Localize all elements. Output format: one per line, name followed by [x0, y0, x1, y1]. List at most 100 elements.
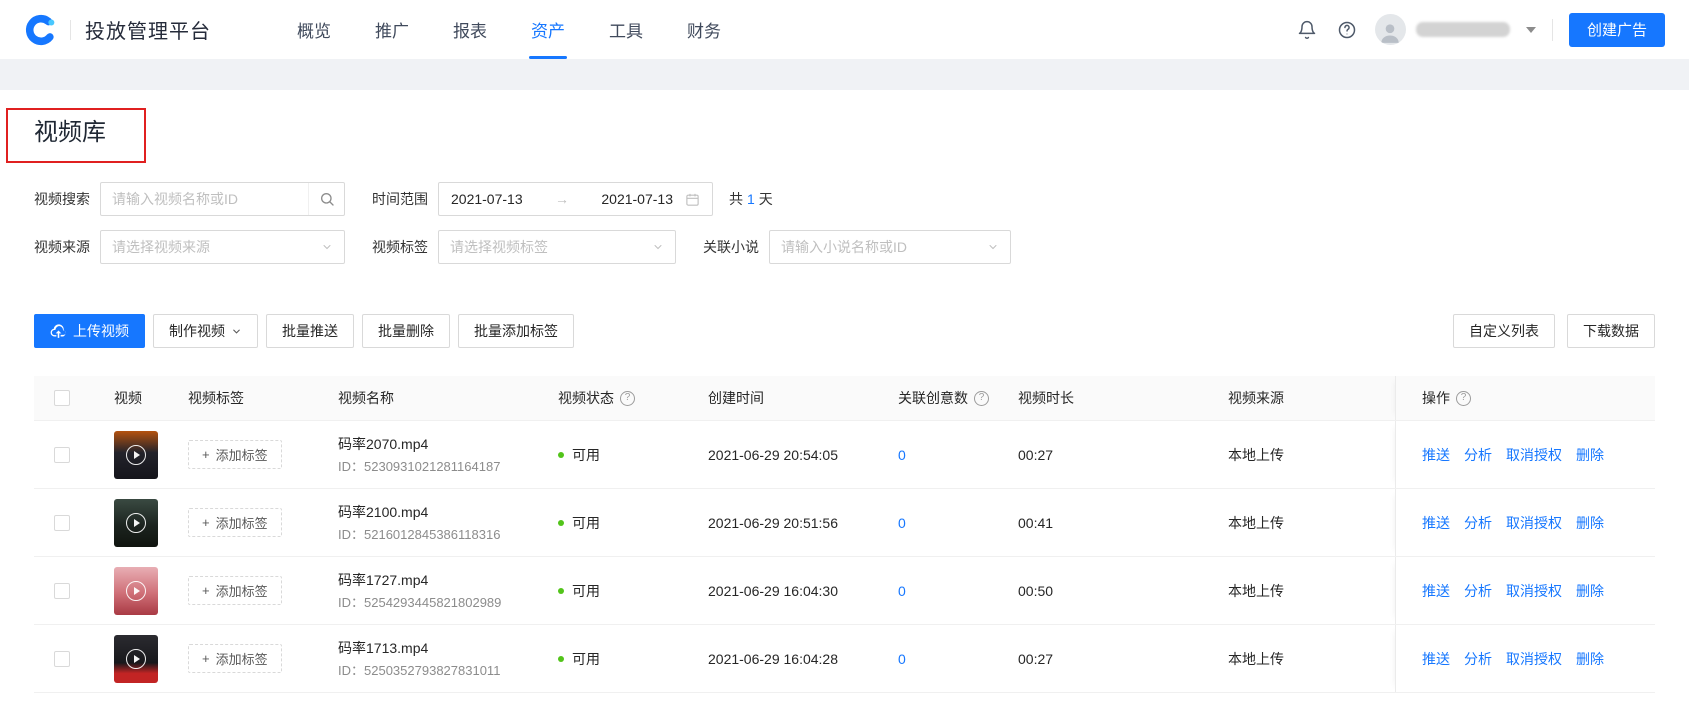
table-header-row: 视频 视频标签 视频名称 视频状态 ? 创建时间 关联创意数 ? 视频时长 视频… — [34, 376, 1655, 421]
created-time: 2021-06-29 16:04:30 — [708, 582, 838, 599]
video-thumbnail[interactable] — [114, 430, 158, 479]
header-divider — [1551, 18, 1553, 41]
notification-bell-icon[interactable] — [1295, 18, 1319, 42]
row-checkbox[interactable] — [54, 514, 70, 531]
row-checkbox[interactable] — [54, 446, 70, 463]
related-novel-label: 关联小说 — [703, 239, 759, 255]
creatives-count-link[interactable]: 0 — [898, 583, 906, 599]
video-name: 码率1727.mp4 — [338, 571, 429, 588]
search-button[interactable] — [308, 183, 344, 215]
analyze-link[interactable]: 分析 — [1464, 445, 1492, 465]
revoke-auth-link[interactable]: 取消授权 — [1506, 445, 1562, 465]
revoke-auth-link[interactable]: 取消授权 — [1506, 513, 1562, 533]
create-ad-button[interactable]: 创建广告 — [1568, 12, 1665, 47]
account-dropdown-caret-icon[interactable] — [1525, 26, 1536, 33]
creatives-count-link[interactable]: 0 — [898, 447, 906, 463]
row-checkbox[interactable] — [54, 650, 70, 667]
status-dot-icon — [558, 519, 564, 526]
video-name: 码率2100.mp4 — [338, 503, 429, 520]
video-duration: 00:50 — [1018, 582, 1054, 599]
add-tag-button[interactable]: + 添加标签 — [188, 576, 282, 605]
batch-add-tag-button[interactable]: 批量添加标签 — [458, 314, 574, 348]
delete-link[interactable]: 删除 — [1576, 649, 1604, 669]
video-name: 码率1713.mp4 — [338, 639, 429, 656]
video-source-label: 视频来源 — [34, 239, 90, 255]
video-source: 本地上传 — [1228, 514, 1284, 531]
col-header-created-time: 创建时间 — [708, 390, 764, 406]
delete-link[interactable]: 删除 — [1576, 445, 1604, 465]
push-link[interactable]: 推送 — [1422, 649, 1450, 669]
created-time: 2021-06-29 20:54:05 — [708, 446, 838, 463]
nav-item-5[interactable]: 财务 — [665, 0, 743, 59]
push-link[interactable]: 推送 — [1422, 581, 1450, 601]
date-start[interactable]: 2021-07-13 — [451, 191, 523, 207]
plus-icon: + — [202, 447, 210, 462]
nav-item-3[interactable]: 资产 — [509, 0, 587, 59]
video-search-input[interactable] — [101, 191, 308, 207]
video-tag-label: 视频标签 — [372, 239, 428, 255]
video-source-select[interactable]: 请选择视频来源 — [100, 230, 345, 264]
creatives-count-link[interactable]: 0 — [898, 651, 906, 667]
chevron-down-icon — [321, 241, 333, 253]
play-icon — [126, 648, 146, 669]
push-link[interactable]: 推送 — [1422, 513, 1450, 533]
date-range-picker[interactable]: 2021-07-13 → 2021-07-13 — [438, 182, 713, 216]
brand-divider — [70, 19, 71, 40]
batch-delete-button[interactable]: 批量删除 — [362, 314, 450, 348]
video-thumbnail[interactable] — [114, 498, 158, 547]
revoke-auth-link[interactable]: 取消授权 — [1506, 581, 1562, 601]
date-end[interactable]: 2021-07-13 — [601, 191, 673, 207]
brand-title: 投放管理平台 — [85, 21, 211, 43]
select-all-checkbox[interactable] — [54, 390, 70, 406]
video-tag-select[interactable]: 请选择视频标签 — [438, 230, 676, 264]
table-body: + 添加标签 码率2070.mp4 ID：5230931021281164187… — [34, 421, 1655, 693]
add-tag-label: 添加标签 — [215, 584, 268, 599]
nav-item-0[interactable]: 概览 — [275, 0, 353, 59]
nav-item-4[interactable]: 工具 — [587, 0, 665, 59]
help-circle-icon[interactable]: ? — [620, 390, 635, 406]
video-name: 码率2070.mp4 — [338, 435, 429, 452]
help-circle-icon[interactable]: ? — [1456, 390, 1471, 406]
revoke-auth-link[interactable]: 取消授权 — [1506, 649, 1562, 669]
row-checkbox[interactable] — [54, 582, 70, 599]
related-novel-select[interactable]: 请输入小说名称或ID — [769, 230, 1011, 264]
batch-push-button[interactable]: 批量推送 — [266, 314, 354, 348]
video-id: ID：5250352793827831011 — [338, 662, 501, 678]
analyze-link[interactable]: 分析 — [1464, 581, 1492, 601]
push-link[interactable]: 推送 — [1422, 445, 1450, 465]
chevron-down-icon — [987, 241, 999, 253]
creatives-count-link[interactable]: 0 — [898, 515, 906, 531]
nav-item-1[interactable]: 推广 — [353, 0, 431, 59]
chevron-down-icon — [231, 326, 242, 337]
analyze-link[interactable]: 分析 — [1464, 649, 1492, 669]
brand-logo-icon[interactable] — [24, 13, 58, 47]
status-text: 可用 — [572, 446, 600, 463]
delete-link[interactable]: 删除 — [1576, 581, 1604, 601]
delete-link[interactable]: 删除 — [1576, 513, 1604, 533]
video-thumbnail[interactable] — [114, 634, 158, 683]
add-tag-label: 添加标签 — [215, 652, 268, 667]
table-row: + 添加标签 码率2100.mp4 ID：5216012845386118316… — [34, 489, 1655, 557]
custom-columns-button[interactable]: 自定义列表 — [1453, 314, 1555, 348]
user-avatar[interactable] — [1374, 14, 1406, 45]
video-source: 本地上传 — [1228, 582, 1284, 599]
add-tag-button[interactable]: + 添加标签 — [188, 644, 282, 673]
main-content: 视频库 视频搜索 时间范围 2021-07-13 → 2021-07-13 — [0, 90, 1689, 693]
video-id: ID：5216012845386118316 — [338, 526, 501, 542]
status-dot-icon — [558, 655, 564, 662]
help-question-icon[interactable] — [1335, 18, 1359, 42]
video-thumbnail[interactable] — [114, 566, 158, 615]
add-tag-label: 添加标签 — [215, 448, 268, 463]
nav-item-2[interactable]: 报表 — [431, 0, 509, 59]
upload-video-button[interactable]: 上传视频 — [34, 314, 145, 348]
make-video-button[interactable]: 制作视频 — [153, 314, 258, 348]
video-table: 视频 视频标签 视频名称 视频状态 ? 创建时间 关联创意数 ? 视频时长 视频… — [34, 376, 1655, 693]
page-title: 视频库 — [34, 119, 106, 146]
analyze-link[interactable]: 分析 — [1464, 513, 1492, 533]
download-data-button[interactable]: 下载数据 — [1567, 314, 1655, 348]
help-circle-icon[interactable]: ? — [974, 390, 989, 406]
toolbar: 上传视频 制作视频 批量推送 批量删除 批量添加标签 自定义列表 下载数据 — [34, 314, 1655, 348]
status-text: 可用 — [572, 650, 600, 667]
add-tag-button[interactable]: + 添加标签 — [188, 440, 282, 469]
add-tag-button[interactable]: + 添加标签 — [188, 508, 282, 537]
